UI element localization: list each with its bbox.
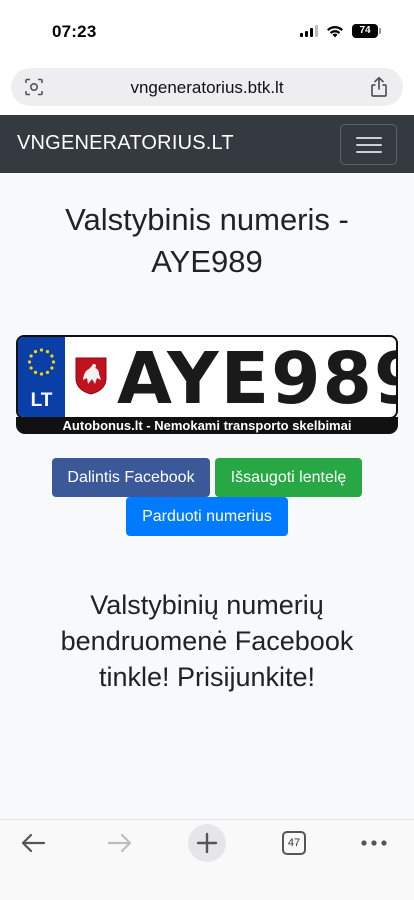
page-title-line-2: AYE989: [151, 244, 263, 279]
wifi-icon: [327, 25, 343, 37]
menu-toggle-button[interactable]: [340, 124, 397, 165]
hamburger-icon-bar: [356, 151, 382, 153]
hamburger-icon-bar: [356, 144, 382, 146]
page-title: Valstybinis numeris - AYE989: [0, 199, 414, 283]
browser-address-bar: vngeneratorius.btk.lt: [0, 62, 414, 115]
share-facebook-button[interactable]: Dalintis Facebook: [52, 458, 210, 497]
community-line-1: Valstybinių numerių: [90, 590, 324, 620]
new-tab-button[interactable]: [188, 824, 226, 862]
plate-number: AYE989: [117, 337, 398, 419]
browser-toolbar: 47: [0, 819, 414, 900]
status-bar: 07:23 74: [0, 0, 414, 62]
site-navbar: VNGENERATORIUS.LT: [0, 115, 414, 173]
back-arrow-icon[interactable]: [20, 832, 46, 854]
save-plate-button[interactable]: Išsaugoti lentelę: [215, 458, 362, 497]
share-icon[interactable]: [369, 76, 389, 98]
community-line-3: tinkle! Prisijunkite!: [98, 662, 316, 692]
license-plate-image: LT AYE989: [16, 335, 398, 419]
forward-arrow-icon[interactable]: [107, 832, 133, 854]
main-content: Valstybinis numeris - AYE989 LT AYE989 A…: [0, 173, 414, 819]
plate-country-code: LT: [30, 390, 53, 411]
hamburger-icon: [356, 137, 382, 139]
status-time: 07:23: [52, 22, 97, 41]
status-icons: 74: [300, 24, 381, 38]
cellular-signal-icon: [300, 25, 318, 37]
url-field[interactable]: vngeneratorius.btk.lt: [11, 68, 403, 106]
plate-footer-text: Autobonus.lt - Nemokami transporto skelb…: [16, 417, 398, 434]
community-facebook-link[interactable]: Valstybinių numerių bendruomenė Facebook…: [0, 587, 414, 695]
url-text: vngeneratorius.btk.lt: [130, 78, 284, 97]
eu-stars-icon: [27, 348, 56, 376]
page-title-line-1: Valstybinis numeris -: [65, 202, 349, 237]
more-options-icon[interactable]: [361, 840, 387, 846]
plus-icon: [196, 832, 218, 854]
tabs-overview-button[interactable]: 47: [282, 831, 306, 855]
battery-icon: 74: [352, 24, 381, 38]
community-line-2: bendruomenė Facebook: [60, 626, 354, 656]
coat-of-arms-icon: [75, 357, 107, 395]
eu-band: LT: [18, 337, 65, 417]
site-brand-link[interactable]: VNGENERATORIUS.LT: [17, 132, 234, 155]
sell-numbers-button[interactable]: Parduoti numerius: [126, 497, 288, 536]
